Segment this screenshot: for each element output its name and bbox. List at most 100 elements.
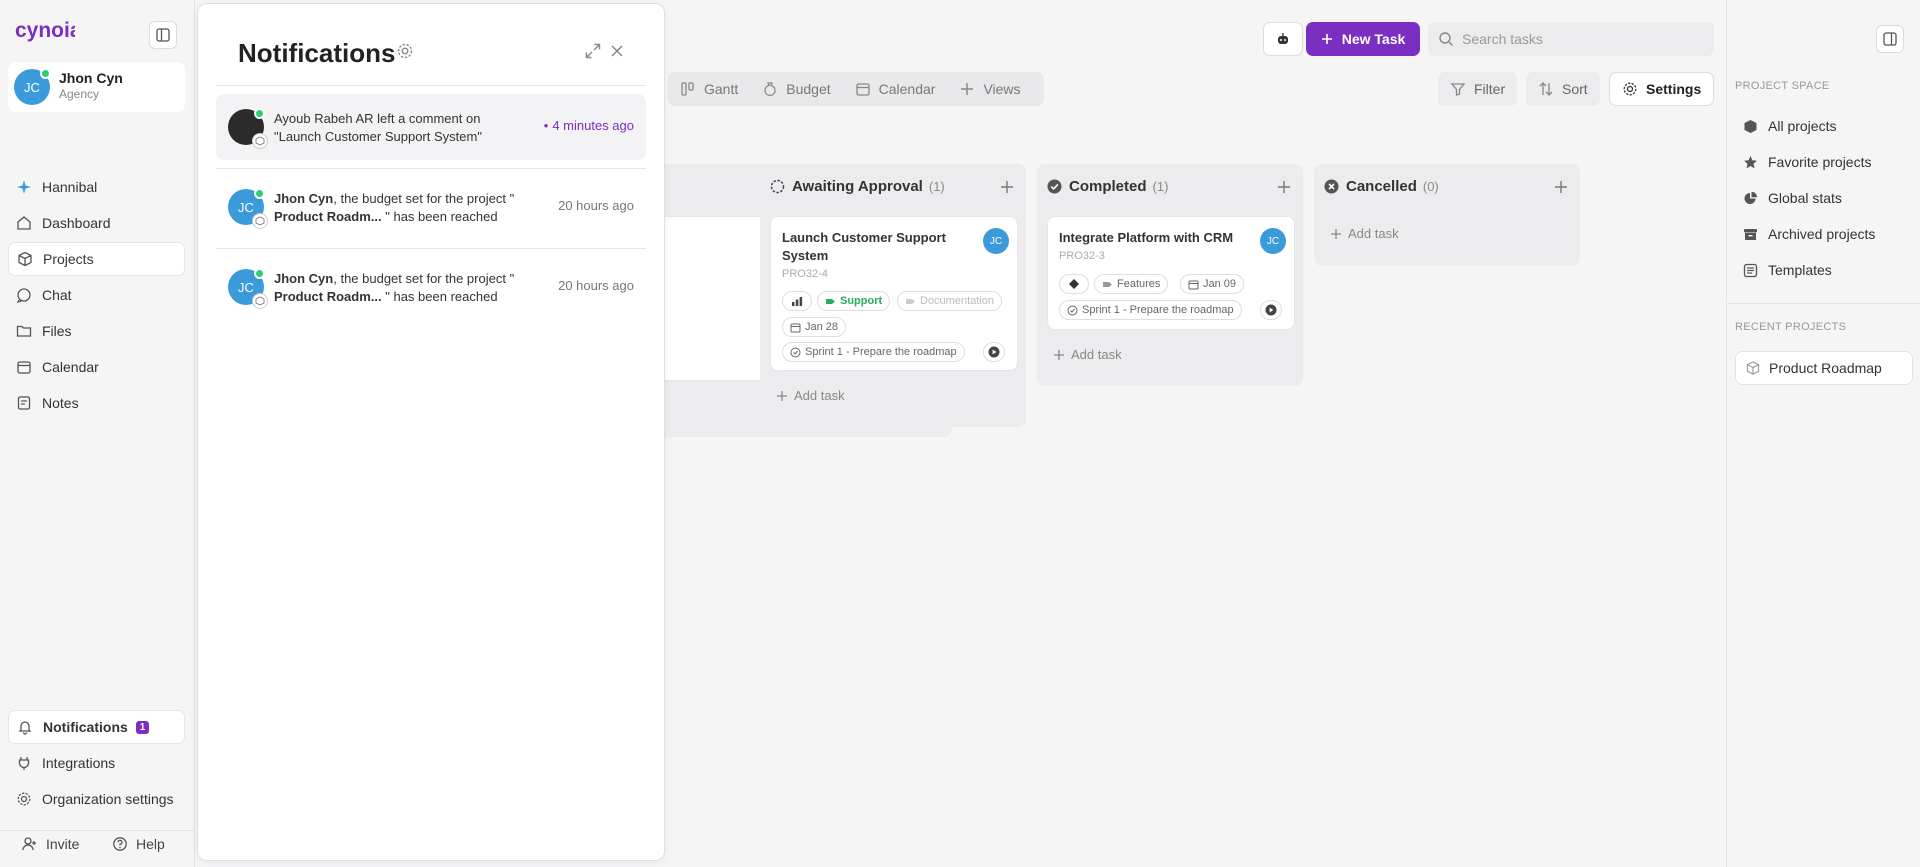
due-date-tag[interactable]: Jan 09 — [1180, 274, 1245, 294]
add-task-button[interactable]: Add task — [1330, 226, 1399, 241]
column-header: Cancelled (0) — [1324, 178, 1439, 195]
due-date-tag[interactable]: Jan 28 — [782, 317, 847, 337]
invite-label: Invite — [46, 836, 80, 852]
collapse-sidebar-button[interactable] — [149, 21, 177, 49]
play-tag[interactable] — [1260, 300, 1282, 320]
view-tabs: Gantt Budget Calendar Views — [668, 72, 1044, 106]
settings-button[interactable]: Settings — [1609, 72, 1715, 106]
new-task-button[interactable]: New Task — [1306, 22, 1420, 56]
new-task-label: New Task — [1341, 31, 1406, 47]
actor-name: Jhon Cyn — [274, 271, 334, 286]
tab-budget[interactable]: Budget — [750, 81, 842, 97]
priority-tag[interactable] — [1059, 274, 1089, 294]
priority-tag[interactable] — [782, 291, 812, 311]
sprint-tag[interactable]: Sprint 1 - Prepare the roadmap — [1059, 300, 1242, 320]
gear-icon[interactable] — [396, 42, 414, 60]
nav-item-hannibal[interactable]: Hannibal — [8, 170, 185, 204]
section-label: RECENT PROJECTS — [1735, 321, 1847, 333]
actor-name: Jhon Cyn — [274, 191, 334, 206]
tab-label: Budget — [786, 81, 831, 97]
add-task-button[interactable]: Add task — [1053, 347, 1122, 362]
task-card[interactable]: Launch Customer Support System PRO32-4 JC… — [770, 216, 1018, 371]
all-projects-link[interactable]: All projects — [1743, 118, 1836, 134]
nav-item-calendar[interactable]: Calendar — [8, 350, 185, 384]
global-stats-link[interactable]: Global stats — [1743, 190, 1842, 206]
nav-label: Notifications — [43, 719, 128, 735]
cube-icon — [1746, 361, 1760, 375]
pending-icon — [770, 179, 785, 194]
project-badge — [252, 213, 268, 229]
cube-icon — [255, 136, 265, 146]
favorite-projects-link[interactable]: Favorite projects — [1743, 154, 1871, 170]
notification-item[interactable]: JC Jhon Cyn, the budget set for the proj… — [216, 254, 646, 320]
search-input[interactable] — [1462, 31, 1702, 47]
card-title-line: System — [782, 248, 829, 263]
nav-item-organization-settings[interactable]: Organization settings — [8, 782, 185, 816]
sparkle-icon — [17, 180, 31, 194]
notification-item[interactable]: Ayoub Rabeh AR left a comment on "Launch… — [216, 94, 646, 160]
plus-icon[interactable] — [1554, 180, 1568, 194]
item-label: Global stats — [1768, 190, 1842, 206]
label-tag-support[interactable]: Support — [817, 291, 891, 311]
nav-item-notifications[interactable]: Notifications 1 — [8, 710, 185, 744]
templates-link[interactable]: Templates — [1743, 262, 1832, 278]
sort-button[interactable]: Sort — [1526, 72, 1600, 106]
section-label: PROJECT SPACE — [1735, 80, 1830, 92]
nav-label: Organization settings — [42, 791, 174, 807]
help-icon — [113, 837, 127, 851]
cynoia-logo[interactable]: cynoia — [15, 18, 75, 44]
tag-label: Features — [1117, 278, 1161, 290]
divider — [1727, 303, 1920, 304]
nav-item-integrations[interactable]: Integrations — [8, 746, 185, 780]
archive-icon — [1744, 228, 1757, 240]
plug-icon — [18, 757, 30, 770]
tab-views[interactable]: Views — [947, 81, 1032, 97]
nav-item-notes[interactable]: Notes — [8, 386, 185, 420]
nav-item-dashboard[interactable]: Dashboard — [8, 206, 185, 240]
check-circle-icon — [1047, 179, 1062, 194]
avatar-initials: JC — [989, 235, 1003, 247]
actor-avatar — [228, 108, 268, 149]
plus-icon[interactable] — [1277, 180, 1291, 194]
invite-button[interactable]: Invite — [22, 836, 79, 852]
notification-count-badge: 1 — [135, 720, 150, 734]
avatar-initials: JC — [24, 79, 40, 95]
collapse-right-panel-button[interactable] — [1876, 25, 1904, 53]
add-task-button[interactable]: Add task — [776, 388, 845, 403]
close-icon[interactable] — [608, 42, 626, 60]
task-card[interactable]: Integrate Platform with CRM PRO32-3 JC F… — [1047, 216, 1295, 330]
calendar-icon — [1188, 280, 1199, 289]
folder-icon — [16, 325, 32, 337]
sprint-tag[interactable]: Sprint 1 - Prepare the roadmap — [782, 342, 965, 362]
search-box[interactable] — [1428, 22, 1714, 56]
archived-projects-link[interactable]: Archived projects — [1743, 226, 1875, 242]
tab-calendar[interactable]: Calendar — [843, 81, 948, 97]
label-tag-documentation[interactable]: Documentation — [897, 291, 1002, 311]
nav-label: Hannibal — [42, 179, 98, 195]
nav-item-chat[interactable]: Chat — [8, 278, 185, 312]
column-header: Completed (1) — [1047, 178, 1168, 195]
online-indicator — [254, 268, 265, 279]
notification-item[interactable]: JC Jhon Cyn, the budget set for the proj… — [216, 174, 646, 240]
plus-icon — [777, 390, 787, 401]
recent-project-item[interactable]: Product Roadmap — [1735, 351, 1913, 385]
nav-label: Notes — [42, 395, 79, 411]
assignee-avatar: JC — [1260, 228, 1286, 254]
column-count: (1) — [928, 179, 945, 194]
help-button[interactable]: Help — [112, 836, 165, 852]
filter-button[interactable]: Filter — [1438, 72, 1518, 106]
cancel-circle-icon — [1324, 179, 1339, 194]
plus-icon[interactable] — [1000, 180, 1014, 194]
online-indicator — [254, 108, 265, 119]
label-tag-features[interactable]: Features — [1094, 274, 1169, 294]
nav-item-files[interactable]: Files — [8, 314, 185, 348]
template-icon — [1743, 263, 1758, 277]
tab-gantt[interactable]: Gantt — [668, 81, 750, 97]
tag-icon — [906, 298, 915, 304]
chat-icon — [16, 288, 31, 303]
ai-assistant-button[interactable] — [1263, 22, 1303, 56]
nav-item-projects[interactable]: Projects — [8, 242, 185, 276]
expand-icon[interactable] — [584, 42, 602, 60]
notification-line: " has been reached — [381, 209, 498, 224]
play-tag[interactable] — [983, 342, 1005, 362]
